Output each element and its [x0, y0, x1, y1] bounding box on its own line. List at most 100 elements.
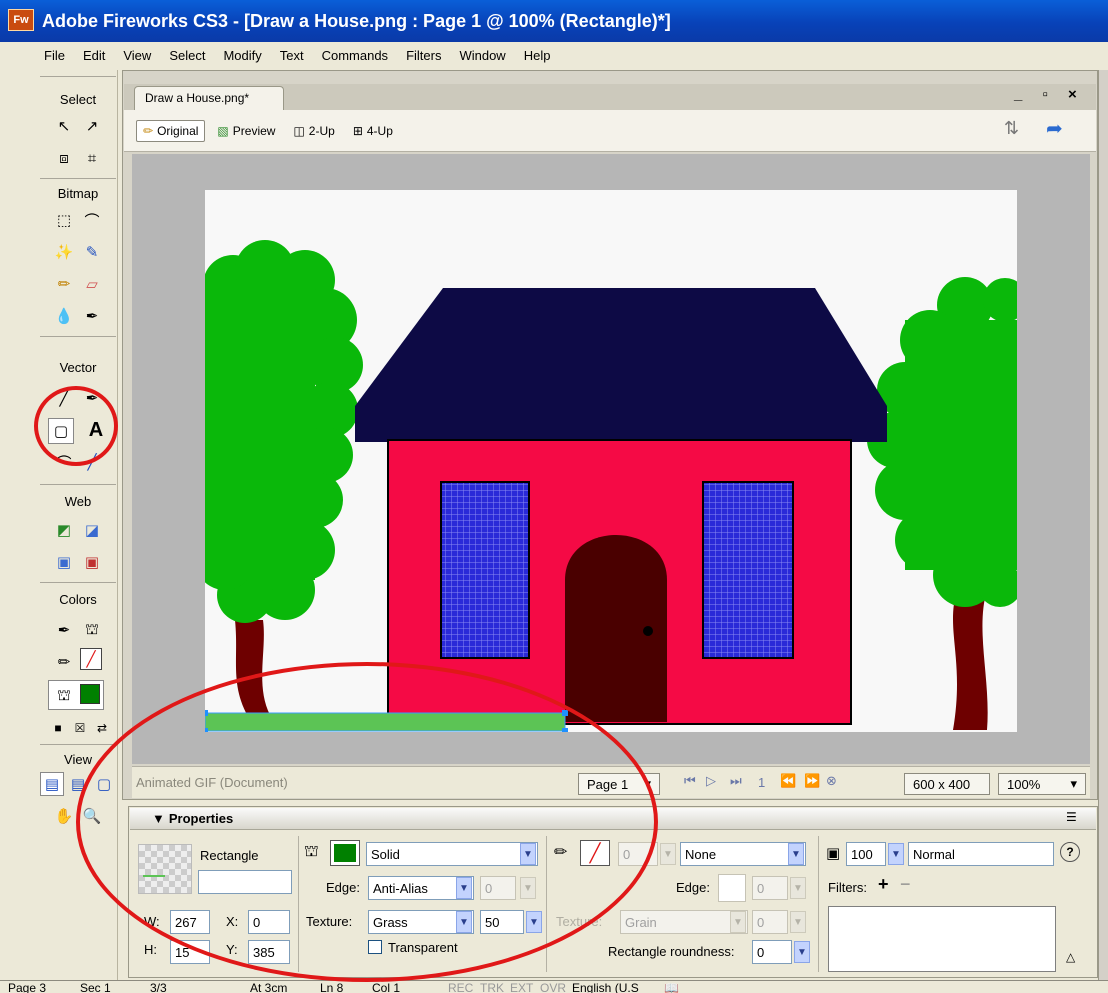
status-rec[interactable]: REC — [448, 981, 473, 993]
no-stroke-fill-icon[interactable]: ☒ — [68, 716, 92, 740]
tools-section-colors: Colors — [59, 592, 97, 607]
subselection-tool-icon[interactable]: ↗ — [80, 114, 104, 138]
view-2up-label: 2-Up — [308, 123, 335, 138]
fireworks-app-icon: Fw — [8, 9, 34, 31]
menu-commands[interactable]: Commands — [318, 46, 392, 65]
tools-section-vector: Vector — [59, 360, 97, 375]
hide-slices-icon[interactable]: ▣ — [52, 550, 76, 574]
blend-mode-select[interactable]: Normal — [908, 842, 1054, 866]
quick-export-icon[interactable]: ⇅ — [1004, 118, 1019, 139]
crop-tool-icon[interactable]: ⌗ — [80, 146, 104, 170]
swap-colors-icon[interactable]: ⇄ — [90, 716, 114, 740]
panel-options-icon[interactable]: ☰ — [1066, 810, 1077, 824]
standard-screen-mode-icon[interactable]: ▤ — [40, 772, 64, 796]
close-frames-icon[interactable]: ⊗ — [826, 773, 837, 789]
view-2up-button[interactable]: ◫ 2-Up — [287, 121, 340, 141]
fill-color-swatch[interactable] — [80, 684, 100, 704]
status-pages: 3/3 — [150, 981, 167, 993]
door-knob — [643, 626, 653, 636]
hotspot-tool-icon[interactable]: ◩ — [52, 518, 76, 542]
lasso-tool-icon[interactable]: ⌒ — [80, 208, 104, 232]
add-filter-icon[interactable]: + — [878, 874, 889, 895]
roundness-field[interactable]: 0 — [752, 940, 792, 964]
view-preview-button[interactable]: ▧ Preview — [211, 121, 281, 141]
view-4up-button[interactable]: ⊞ 4-Up — [347, 121, 399, 141]
pencil-tool-icon[interactable]: ✏ — [52, 272, 76, 296]
canvas-size-value: 600 x 400 — [913, 776, 971, 792]
view-original-button[interactable]: ✏ Original — [136, 119, 206, 142]
paint-bucket-tool-icon[interactable]: ⛫ — [80, 618, 104, 642]
slice-tool-icon[interactable]: ◪ — [80, 518, 104, 542]
menu-file[interactable]: File — [40, 46, 69, 65]
zoom-select[interactable]: 100% ▾ — [998, 773, 1086, 795]
status-ext[interactable]: EXT — [510, 981, 533, 993]
document-tab[interactable]: Draw a House.png* — [134, 86, 284, 110]
pointer-tool-icon[interactable]: ↖ — [52, 114, 76, 138]
status-trk[interactable]: TRK — [480, 981, 504, 993]
document-window-controls[interactable]: _ ▫ × — [1014, 86, 1085, 103]
last-frame-icon[interactable]: ⏭ — [730, 773, 742, 789]
tools-section-select: Select — [59, 92, 97, 107]
default-colors-icon[interactable]: ■ — [46, 716, 70, 740]
blur-tool-icon[interactable]: 💧 — [52, 304, 76, 328]
eraser-tool-icon[interactable]: ▱ — [80, 272, 104, 296]
menu-modify[interactable]: Modify — [219, 46, 265, 65]
filters-list[interactable] — [828, 906, 1056, 972]
next-frame-icon[interactable]: ⏩ — [804, 773, 820, 789]
opacity-dropdown-icon[interactable]: ▼ — [888, 843, 904, 865]
current-frame: 1 — [758, 775, 766, 790]
chevron-down-icon: ▾ — [1070, 776, 1077, 791]
menu-help[interactable]: Help — [520, 46, 555, 65]
status-column: Col 1 — [372, 981, 401, 993]
expand-panel-icon[interactable]: △ — [1066, 950, 1075, 964]
menu-edit[interactable]: Edit — [79, 46, 109, 65]
menu-bar: File Edit View Select Modify Text Comman… — [0, 42, 1108, 68]
rubber-stamp-tool-icon[interactable]: ✒ — [80, 304, 104, 328]
eyedropper-tool-icon[interactable]: ✒ — [52, 618, 76, 642]
menu-filters[interactable]: Filters — [402, 46, 445, 65]
hand-tool-icon[interactable]: ✋ — [52, 804, 76, 828]
magic-wand-tool-icon[interactable]: ✨ — [52, 240, 76, 264]
stroke-edge-label: Edge: — [676, 880, 710, 895]
export-icon[interactable]: ➦ — [1046, 116, 1063, 141]
zoom-value: 100% — [1007, 776, 1041, 792]
stroke-color-swatch[interactable]: ╱ — [80, 648, 102, 670]
show-slices-icon[interactable]: ▣ — [80, 550, 104, 574]
help-icon[interactable]: ? — [1060, 842, 1080, 862]
roundness-dropdown-icon[interactable]: ▼ — [794, 941, 810, 963]
menu-view[interactable]: View — [119, 46, 155, 65]
marquee-tool-icon[interactable]: ⬚ — [52, 208, 76, 232]
menu-select[interactable]: Select — [165, 46, 209, 65]
stroke-type-value: None — [685, 846, 717, 862]
stroke-color-pencil-icon: ✏ — [57, 654, 71, 671]
view-preview-label: Preview — [232, 123, 276, 138]
status-ovr[interactable]: OVR — [540, 981, 566, 993]
stroke-type-dropdown-icon[interactable]: ▼ — [788, 843, 804, 865]
stroke-texture-amount-field: 0 — [752, 910, 788, 934]
stroke-texture-select: Grain — [620, 910, 748, 934]
menu-text[interactable]: Text — [276, 46, 308, 65]
canvas-size[interactable]: 600 x 400 — [904, 773, 990, 795]
brush-tool-icon[interactable]: ✎ — [80, 240, 104, 264]
panel-divider — [818, 836, 819, 972]
remove-filter-icon[interactable]: − — [900, 874, 911, 895]
house-drawing — [195, 240, 1027, 734]
previous-frame-icon[interactable]: ⏪ — [780, 773, 796, 789]
stroke-texture-dropdown-icon: ▼ — [730, 911, 746, 933]
roundness-label: Rectangle roundness: — [608, 944, 735, 959]
two-up-icon: ◫ — [293, 123, 305, 138]
opacity-field[interactable]: 100 — [846, 842, 886, 866]
height-label: H: — [144, 942, 157, 957]
scale-tool-icon[interactable]: ⧈ — [52, 146, 76, 170]
view-toolbar: ✏ Original ▧ Preview ◫ 2-Up ⊞ 4-Up — [124, 110, 1096, 152]
status-language: English (U.S — [572, 981, 639, 993]
play-icon[interactable]: ▷ — [706, 773, 716, 789]
spelling-check-icon[interactable]: 📖 — [664, 981, 679, 993]
annotation-circle-rectangle-tool — [34, 386, 118, 466]
tools-grip[interactable] — [40, 76, 116, 77]
document-canvas[interactable] — [195, 190, 1027, 734]
status-section: Sec 1 — [80, 981, 111, 993]
first-frame-icon[interactable]: ⏮ — [684, 773, 696, 789]
menu-window[interactable]: Window — [455, 46, 509, 65]
opacity-icon: ▣ — [826, 845, 841, 862]
